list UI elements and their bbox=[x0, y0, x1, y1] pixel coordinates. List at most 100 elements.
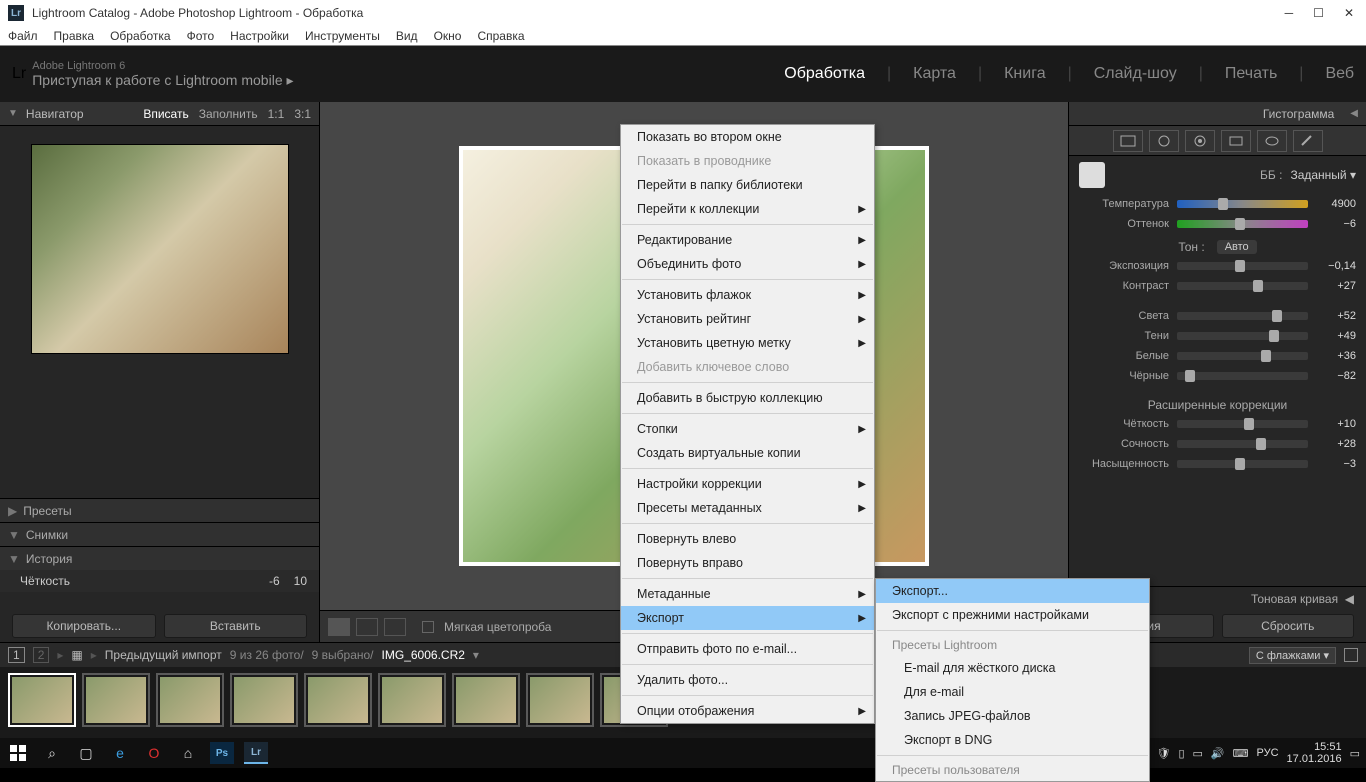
filmstrip-thumb[interactable] bbox=[156, 673, 224, 727]
loupe-view-icon[interactable] bbox=[328, 618, 350, 636]
ctx-Пресеты метаданных[interactable]: Пресеты метаданных▶ bbox=[621, 496, 874, 520]
source-label[interactable]: Предыдущий импорт bbox=[105, 648, 222, 662]
slider-Контраст[interactable]: Контраст+27 bbox=[1069, 276, 1366, 296]
ctx-Перейти в папку библиотеки[interactable]: Перейти в папку библиотеки bbox=[621, 173, 874, 197]
ctx-Редактирование[interactable]: Редактирование▶ bbox=[621, 228, 874, 252]
nav-zoom-Заполнить[interactable]: Заполнить bbox=[199, 107, 258, 121]
nav-zoom-1:1[interactable]: 1:1 bbox=[268, 107, 285, 121]
slider-Температура[interactable]: Температура4900 bbox=[1069, 194, 1366, 214]
export-Экспорт с прежними настройками[interactable]: Экспорт с прежними настройками bbox=[876, 603, 1149, 627]
module-Карта[interactable]: Карта bbox=[913, 65, 956, 83]
menu-Настройки[interactable]: Настройки bbox=[230, 29, 289, 43]
tray-clock[interactable]: 15:51 17.01.2016 bbox=[1287, 741, 1342, 765]
menu-Обработка[interactable]: Обработка bbox=[110, 29, 171, 43]
ctx-Установить цветную метку[interactable]: Установить цветную метку▶ bbox=[621, 331, 874, 355]
slider-Тени[interactable]: Тени+49 bbox=[1069, 326, 1366, 346]
menu-Фото[interactable]: Фото bbox=[187, 29, 215, 43]
close-button[interactable]: ✕ bbox=[1344, 6, 1354, 20]
brand-subtitle[interactable]: Приступая к работе с Lightroom mobile ▸ bbox=[32, 72, 293, 89]
menu-Инструменты[interactable]: Инструменты bbox=[305, 29, 380, 43]
grad-tool-icon[interactable] bbox=[1221, 130, 1251, 152]
navigator-header[interactable]: ▼ Навигатор ВписатьЗаполнить1:13:1 bbox=[0, 102, 319, 126]
tray-volume-icon[interactable]: 🔊 bbox=[1211, 747, 1225, 760]
export-preset-Экспорт в DNG[interactable]: Экспорт в DNG bbox=[876, 728, 1149, 752]
photoshop-icon[interactable]: Ps bbox=[210, 742, 234, 764]
module-Обработка[interactable]: Обработка bbox=[784, 65, 865, 83]
filmstrip-thumb[interactable] bbox=[526, 673, 594, 727]
slider-Насыщенность[interactable]: Насыщенность−3 bbox=[1069, 454, 1366, 474]
filmstrip-thumb[interactable] bbox=[452, 673, 520, 727]
paste-button[interactable]: Вставить bbox=[164, 614, 308, 638]
secondary-monitor-icon[interactable]: 2 bbox=[33, 647, 50, 663]
module-Слайд-шоу[interactable]: Слайд-шоу bbox=[1094, 65, 1177, 83]
navigator-preview[interactable] bbox=[31, 144, 289, 354]
snapshots-header[interactable]: ▼Снимки bbox=[0, 522, 319, 546]
nav-zoom-Вписать[interactable]: Вписать bbox=[143, 107, 188, 121]
history-item[interactable]: Чёткость -610 bbox=[0, 570, 319, 592]
redeye-tool-icon[interactable] bbox=[1185, 130, 1215, 152]
menu-Файл[interactable]: Файл bbox=[8, 29, 38, 43]
filmstrip-thumb[interactable] bbox=[230, 673, 298, 727]
spot-tool-icon[interactable] bbox=[1149, 130, 1179, 152]
filmstrip-thumb[interactable] bbox=[304, 673, 372, 727]
ctx-Экспорт[interactable]: Экспорт▶ bbox=[621, 606, 874, 630]
menu-Правка[interactable]: Правка bbox=[54, 29, 95, 43]
maximize-button[interactable]: ☐ bbox=[1313, 6, 1324, 20]
export-preset-Запись JPEG-файлов[interactable]: Запись JPEG-файлов bbox=[876, 704, 1149, 728]
filter-dropdown[interactable]: С флажками ▾ bbox=[1249, 647, 1336, 664]
export-preset-Для e-mail[interactable]: Для e-mail bbox=[876, 680, 1149, 704]
slider-Чёрные[interactable]: Чёрные−82 bbox=[1069, 366, 1366, 386]
start-button[interactable] bbox=[6, 742, 30, 764]
ctx-Объединить фото[interactable]: Объединить фото▶ bbox=[621, 252, 874, 276]
minimize-button[interactable]: ─ bbox=[1285, 6, 1294, 20]
eyedropper-icon[interactable] bbox=[1079, 162, 1105, 188]
tray-keyboard-icon[interactable]: ⌨ bbox=[1233, 747, 1249, 760]
flag-filter-icon[interactable] bbox=[1344, 648, 1358, 662]
radial-tool-icon[interactable] bbox=[1257, 130, 1287, 152]
module-Печать[interactable]: Печать bbox=[1225, 65, 1277, 83]
softproof-checkbox[interactable] bbox=[422, 621, 434, 633]
tray-language[interactable]: РУС bbox=[1257, 747, 1279, 759]
filmstrip-thumb[interactable] bbox=[378, 673, 446, 727]
ctx-Повернуть влево[interactable]: Повернуть влево bbox=[621, 527, 874, 551]
ctx-Перейти к коллекции[interactable]: Перейти к коллекции▶ bbox=[621, 197, 874, 221]
ctx-Метаданные[interactable]: Метаданные▶ bbox=[621, 582, 874, 606]
copy-button[interactable]: Копировать... bbox=[12, 614, 156, 638]
ctx-Настройки коррекции[interactable]: Настройки коррекции▶ bbox=[621, 472, 874, 496]
ctx-Показать во втором окне[interactable]: Показать во втором окне bbox=[621, 125, 874, 149]
module-Книга[interactable]: Книга bbox=[1004, 65, 1045, 83]
nav-zoom-3:1[interactable]: 3:1 bbox=[294, 107, 311, 121]
histogram-header[interactable]: Гистограмма◀ bbox=[1069, 102, 1366, 126]
module-Веб[interactable]: Веб bbox=[1325, 65, 1354, 83]
grid-view-icon[interactable]: ▦ bbox=[71, 648, 82, 662]
wb-dropdown[interactable]: Заданный ▾ bbox=[1290, 168, 1356, 182]
auto-tone-button[interactable]: Авто bbox=[1217, 240, 1257, 254]
export-Экспорт...[interactable]: Экспорт... bbox=[876, 579, 1149, 603]
brush-tool-icon[interactable] bbox=[1293, 130, 1323, 152]
filmstrip-thumb[interactable] bbox=[8, 673, 76, 727]
ctx-Установить флажок[interactable]: Установить флажок▶ bbox=[621, 283, 874, 307]
tray-network-icon[interactable]: ▭ bbox=[1193, 747, 1203, 760]
ctx-Создать виртуальные копии[interactable]: Создать виртуальные копии bbox=[621, 441, 874, 465]
reset-button[interactable]: Сбросить bbox=[1222, 614, 1355, 638]
edge-icon[interactable]: e bbox=[108, 742, 132, 764]
task-view-icon[interactable]: ▢ bbox=[74, 742, 98, 764]
slider-Белые[interactable]: Белые+36 bbox=[1069, 346, 1366, 366]
before-after-split-icon[interactable] bbox=[384, 618, 406, 636]
ctx-Установить рейтинг[interactable]: Установить рейтинг▶ bbox=[621, 307, 874, 331]
slider-Оттенок[interactable]: Оттенок−6 bbox=[1069, 214, 1366, 234]
menu-Окно[interactable]: Окно bbox=[434, 29, 462, 43]
opera-icon[interactable]: O bbox=[142, 742, 166, 764]
ctx-Опции отображения[interactable]: Опции отображения▶ bbox=[621, 699, 874, 723]
export-preset-E-mail для жёсткого диска[interactable]: E-mail для жёсткого диска bbox=[876, 656, 1149, 680]
search-icon[interactable]: ⌕ bbox=[40, 742, 64, 764]
monitor-icon[interactable]: 1 bbox=[8, 647, 25, 663]
presets-header[interactable]: ▶Пресеты bbox=[0, 498, 319, 522]
history-header[interactable]: ▼История bbox=[0, 546, 319, 570]
menu-Вид[interactable]: Вид bbox=[396, 29, 418, 43]
tray-security-icon[interactable]: 🛡 bbox=[1156, 747, 1170, 760]
lightroom-icon[interactable]: Lr bbox=[244, 742, 268, 764]
filmstrip-thumb[interactable] bbox=[82, 673, 150, 727]
ctx-Стопки[interactable]: Стопки▶ bbox=[621, 417, 874, 441]
tray-bluetooth-icon[interactable]: ▯ bbox=[1178, 747, 1184, 760]
